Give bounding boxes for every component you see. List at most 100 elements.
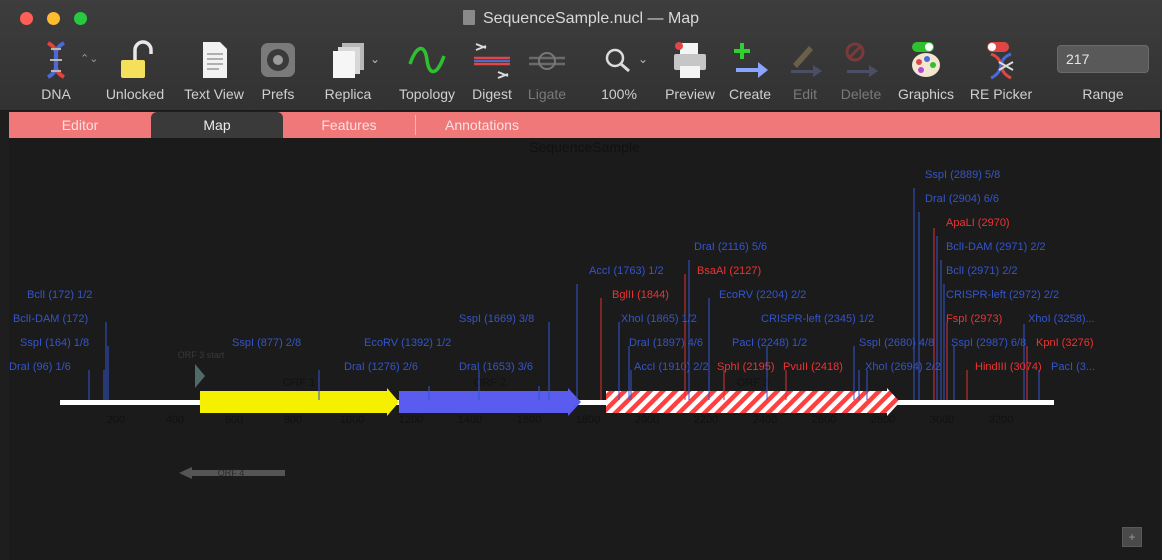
site-label[interactable]: BclI-DAM (2971) 2/2 xyxy=(946,241,1046,253)
map-canvas: 200 400 600 800 1000 1200 1400 1600 1800… xyxy=(9,169,1095,479)
site-label[interactable]: DraI (2116) 5/6 xyxy=(694,241,767,253)
window-title: SequenceSample.nucl — Map xyxy=(0,10,1162,28)
create-button[interactable]: Create xyxy=(724,38,776,106)
site-label[interactable]: PvuII (2418) xyxy=(783,361,843,373)
digest-button[interactable]: Digest xyxy=(466,38,518,106)
axis-tick-label: 1600 xyxy=(517,414,541,426)
site-label[interactable]: DraI (1276) 2/6 xyxy=(344,361,418,373)
resize-corner-button[interactable]: + xyxy=(1122,527,1142,547)
view-tab-bar: Editor Map Features Annotations xyxy=(9,112,1160,138)
palette-icon xyxy=(912,42,940,77)
site-label[interactable]: SphI (2195) xyxy=(717,361,774,373)
delete-prohibited-icon xyxy=(845,42,878,77)
small-feature-marker[interactable] xyxy=(195,364,205,388)
site-label[interactable]: AccI (1763) 1/2 xyxy=(589,265,664,277)
text-view-button[interactable]: Text View xyxy=(178,38,250,106)
axis-tick-label: 1200 xyxy=(399,414,423,426)
graphics-button[interactable]: Graphics xyxy=(892,38,960,106)
document-icon xyxy=(462,10,475,25)
site-label[interactable]: PacI (2248) 1/2 xyxy=(732,337,807,349)
site-label[interactable]: DraI (2904) 6/6 xyxy=(925,193,999,205)
site-label[interactable]: CRISPR-left (2345) 1/2 xyxy=(761,313,874,325)
site-label[interactable]: BglII (1844) xyxy=(612,289,669,301)
site-label[interactable]: BclI-DAM (172) xyxy=(13,313,88,325)
small-feature-label: ORF 3 start xyxy=(178,350,225,360)
position-axis: 200 400 600 800 1000 1200 1400 1600 1800… xyxy=(107,414,1013,426)
feature-label: ORF 1 xyxy=(283,377,315,389)
zoom-menu-button[interactable]: ⌄ 100% xyxy=(590,38,648,106)
site-label[interactable]: AccI (1910) 2/2 xyxy=(634,361,709,373)
site-label[interactable]: DraI (1653) 3/6 xyxy=(459,361,533,373)
re-picker-button[interactable]: RE Picker xyxy=(966,38,1036,106)
axis-tick-label: 200 xyxy=(107,414,125,426)
create-plus-icon xyxy=(734,43,768,78)
site-label[interactable]: BclI (2971) 2/2 xyxy=(946,265,1018,277)
sequence-map-view[interactable]: SequenceSample 200 400 600 800 1000 1200… xyxy=(9,138,1160,560)
site-label[interactable]: EcoRV (2204) 2/2 xyxy=(719,289,806,301)
dna-stepper-icon: ⌃⌄ xyxy=(80,53,99,65)
dna-button[interactable]: ⌃⌄ DNA xyxy=(28,38,98,106)
tab-features[interactable]: Features xyxy=(283,112,415,138)
unlocked-padlock-icon xyxy=(121,40,153,78)
chevron-down-icon: ⌄ xyxy=(370,52,381,66)
unlocked-button[interactable]: Unlocked xyxy=(100,38,170,106)
site-label[interactable]: XhoI (3258)... xyxy=(1028,313,1095,325)
gear-icon xyxy=(261,43,295,77)
site-label[interactable]: SspI (164) 1/8 xyxy=(20,337,89,349)
re-picker-icon xyxy=(987,42,1014,80)
site-label[interactable]: EcoRV (1392) 1/2 xyxy=(364,337,451,349)
delete-button[interactable]: Delete xyxy=(834,38,888,106)
site-label[interactable]: SspI (877) 2/8 xyxy=(232,337,301,349)
topology-wave-icon xyxy=(408,46,446,74)
edit-button[interactable]: Edit xyxy=(780,38,830,106)
site-label[interactable]: DraI (1897) 4/6 xyxy=(629,337,703,349)
site-label[interactable]: SspI (2680) 4/8 xyxy=(859,337,934,349)
site-label[interactable]: PacI (3... xyxy=(1051,361,1095,373)
site-label[interactable]: SspI (2889) 5/8 xyxy=(925,169,1000,181)
dna-helix-icon xyxy=(46,41,66,79)
edit-pencil-icon xyxy=(791,46,822,77)
axis-tick-label: 600 xyxy=(225,414,243,426)
site-label[interactable]: DraI (96) 1/6 xyxy=(9,361,71,373)
tab-annotations[interactable]: Annotations xyxy=(416,112,548,138)
axis-tick-label: 2200 xyxy=(694,414,718,426)
title-toolbar: SequenceSample.nucl — Map ⌃⌄ DNA Unlocke… xyxy=(0,0,1162,111)
axis-tick-label: 400 xyxy=(166,414,184,426)
site-label[interactable]: FspI (2973) xyxy=(946,313,1002,325)
site-label[interactable]: XhoI (2694) 2/2 xyxy=(865,361,941,373)
site-label[interactable]: KpnI (3276) xyxy=(1036,337,1093,349)
site-label[interactable]: SspI (1669) 3/8 xyxy=(459,313,534,325)
site-label[interactable]: CRISPR-left (2972) 2/2 xyxy=(946,289,1059,301)
site-label[interactable]: ApaLI (2970) xyxy=(946,217,1010,229)
text-document-icon xyxy=(203,42,227,78)
range-label: Range xyxy=(1082,86,1124,102)
chevron-down-icon: ⌄ xyxy=(638,52,649,66)
axis-tick-label: 2600 xyxy=(812,414,836,426)
tab-editor[interactable]: Editor xyxy=(9,112,151,138)
axis-tick-label: 800 xyxy=(284,414,302,426)
site-label[interactable]: SspI (2987) 6/8 xyxy=(951,337,1026,349)
axis-tick-label: 2800 xyxy=(871,414,895,426)
magnifier-icon xyxy=(605,48,630,73)
preview-button[interactable]: Preview xyxy=(660,38,720,106)
axis-tick-label: 3000 xyxy=(930,414,954,426)
topology-button[interactable]: Topology xyxy=(394,38,460,106)
ligate-button[interactable]: Ligate xyxy=(522,38,572,106)
site-label[interactable]: BsaAI (2127) xyxy=(697,265,761,277)
replica-button[interactable]: ⌄ Replica xyxy=(316,38,380,106)
site-label[interactable]: HindIII (3074) xyxy=(975,361,1042,373)
axis-tick-label: 1000 xyxy=(340,414,364,426)
tab-map[interactable]: Map xyxy=(151,112,283,138)
printer-icon xyxy=(674,42,706,78)
axis-tick-label: 3200 xyxy=(989,414,1013,426)
reverse-feature-label: ORF 4 xyxy=(218,468,245,478)
orf-3-feature[interactable] xyxy=(606,388,900,416)
orf-2-feature[interactable] xyxy=(399,388,581,416)
feature-label: ORF 3 xyxy=(737,377,769,389)
prefs-button[interactable]: Prefs xyxy=(253,38,303,106)
axis-tick-label: 1400 xyxy=(458,414,482,426)
site-label[interactable]: BclI (172) 1/2 xyxy=(27,289,92,301)
site-label[interactable]: XhoI (1865) 1/2 xyxy=(621,313,697,325)
orf-1-feature[interactable] xyxy=(200,388,399,416)
digest-scissors-icon xyxy=(474,43,510,79)
